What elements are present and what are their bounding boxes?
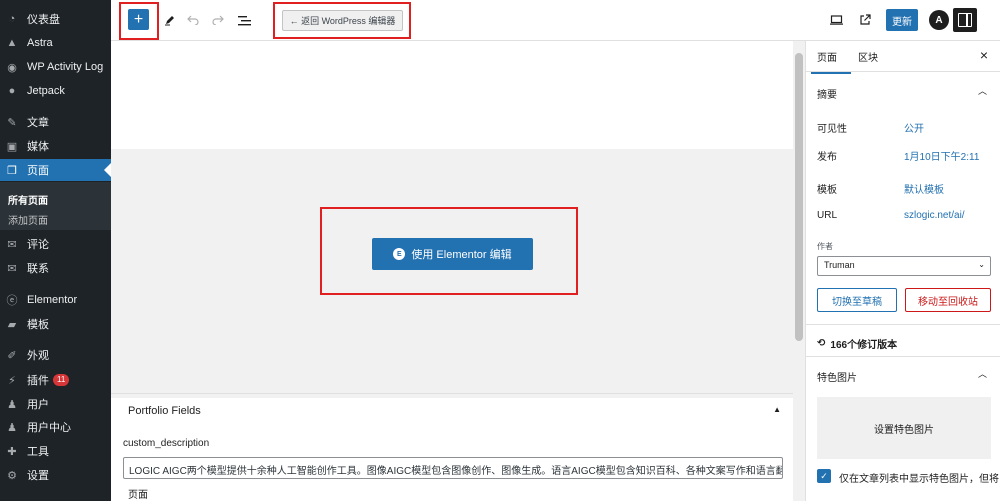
portfolio-fields-metabox: Portfolio Fields ▲ custom_description LO… [111,393,793,501]
activity-log-icon: ◉ [7,61,17,74]
user-icon: ♟ [7,398,17,411]
preview-device-button[interactable] [827,11,845,29]
publish-date-value[interactable]: 1月10日下午2:11 [904,148,979,163]
sidebar-item-pages[interactable]: ❐ 页面 [0,159,111,181]
author-label: 作者 [817,242,833,251]
comments-icon: ✉ [7,238,17,251]
sidebar-item-user-center[interactable]: ♟ 用户中心 [0,416,111,438]
history-icon: ⟲ [817,338,826,349]
sidebar-item-posts[interactable]: ✎ 文章 [0,111,111,133]
astra-icon: ▲ [6,37,18,49]
dashboard-icon: ◔ [8,13,16,25]
custom-description-label: custom_description [123,438,210,449]
update-button[interactable]: 更新 [886,9,918,31]
sidebar-item-appearance[interactable]: ✐ 外观 [0,344,111,366]
summary-title[interactable]: 摘要 [817,86,837,101]
highlight-box-add [119,2,159,40]
close-icon[interactable]: × [980,47,988,63]
editor-breadcrumb: 页面 [128,490,148,501]
pin-icon: ✎ [7,116,17,129]
custom-description-input[interactable]: LOGIC AIGC两个模型提供十余种人工智能创作工具。图像AIGC模型包含图像… [123,457,783,479]
featured-image-title[interactable]: 特色图片 [817,369,857,384]
user-center-icon: ♟ [7,421,17,434]
settings-icon: ⚙ [7,469,17,482]
template-label: 模板 [817,185,837,196]
sidebar-item-dashboard[interactable]: ◔ 仪表盘 [0,8,111,30]
canvas-scrollbar-thumb[interactable] [795,53,803,341]
document-overview-button[interactable] [235,11,253,29]
media-icon: ▣ [6,140,18,153]
sidebar-item-comments[interactable]: ✉ 评论 [0,233,111,255]
plugin-icon: ⚡ [8,374,16,387]
chevron-up-icon[interactable]: ︿ [978,367,987,380]
view-page-button[interactable] [856,11,874,29]
tab-block[interactable]: 区块 [858,49,878,64]
wrench-icon: ✚ [7,445,17,458]
undo-icon [187,15,199,25]
sidebar-item-elementor[interactable]: ⓔ Elementor [0,289,111,311]
highlight-box-elementor [320,207,578,295]
pages-submenu: 所有页面 添加页面 [0,182,111,230]
collapse-arrow-icon[interactable]: ▲ [773,405,781,414]
submenu-all-pages[interactable]: 所有页面 [8,192,48,207]
pencil-icon [165,16,174,26]
external-link-icon [860,14,871,25]
switch-to-draft-button[interactable]: 切换至草稿 [817,288,897,312]
metabox-title: Portfolio Fields [128,405,201,417]
pages-icon: ❐ [7,164,17,177]
list-view-icon [237,15,251,25]
move-to-trash-button[interactable]: 移动至回收站 [905,288,991,312]
template-value[interactable]: 默认模板 [904,181,944,196]
undo-button[interactable] [185,11,201,29]
admin-sidebar: ◔ 仪表盘 ▲ Astra ◉ WP Activity Log ● Jetpack ✎ 文… [0,0,111,501]
submenu-add-page[interactable]: 添加页面 [8,212,48,227]
folder-icon: ▰ [7,318,17,331]
mail-icon: ✉ [7,262,17,275]
sidebar-item-astra[interactable]: ▲ Astra [0,32,111,54]
sidebar-item-templates[interactable]: ▰ 模板 [0,313,111,335]
edit-tool-button[interactable] [162,11,178,29]
sidebar-item-settings[interactable]: ⚙ 设置 [0,464,111,486]
revisions-link[interactable]: ⟲ 166个修订版本 [817,336,897,351]
redo-icon [212,15,224,25]
settings-panel: 页面 区块 × 摘要 ︿ 可见性 公开 发布 1月10日下午2:11 模板 默认… [805,41,1000,501]
set-featured-image-button[interactable]: 设置特色图片 [817,397,991,459]
plugin-update-badge: 11 [53,374,70,386]
divider [806,356,1000,357]
url-value[interactable]: szlogic.net/ai/ [904,210,965,221]
brush-icon: ✐ [7,349,17,362]
checkmark-icon: ✓ [820,470,828,481]
astra-settings-button[interactable]: A [929,10,949,30]
featured-image-checkbox-label: 仅在文章列表中显示特色图片，但将 [839,474,999,485]
visibility-value[interactable]: 公开 [904,120,924,135]
desktop-icon [829,15,843,25]
sidebar-item-activity-log[interactable]: ◉ WP Activity Log [0,56,111,78]
author-select[interactable]: Truman ⌄ [817,256,991,276]
elementor-icon: ⓔ [6,295,18,307]
elementor-placeholder: E 使用 Elementor 编辑 [111,149,793,398]
editor-canvas: E 使用 Elementor 编辑 Portfolio Fields ▲ cus… [111,41,793,501]
divider [806,324,1000,325]
chevron-down-icon: ⌄ [978,260,985,269]
sidebar-item-plugins[interactable]: ⚡ 插件 11 [0,369,111,391]
sidebar-item-contact[interactable]: ✉ 联系 [0,257,111,279]
panel-tabs: 页面 区块 × [806,41,1000,74]
astra-icon: A [935,14,943,26]
tab-page[interactable]: 页面 [811,49,851,74]
settings-sidebar-toggle[interactable] [953,8,977,32]
chevron-up-icon[interactable]: ︿ [978,84,987,97]
url-label: URL [817,210,838,221]
visibility-label: 可见性 [817,124,847,135]
sidebar-item-tools[interactable]: ✚ 工具 [0,440,111,462]
featured-image-checkbox[interactable]: ✓ [817,469,831,483]
sidebar-item-users[interactable]: ♟ 用户 [0,393,111,415]
editor-toolbar: + ← 返回 WordPress 编辑器 更新 A [111,0,1000,41]
redo-button[interactable] [210,11,226,29]
highlight-box-back [273,2,411,39]
publish-label: 发布 [817,152,837,163]
jetpack-icon: ● [8,85,16,97]
sidebar-item-media[interactable]: ▣ 媒体 [0,135,111,157]
sidebar-item-jetpack[interactable]: ● Jetpack [0,80,111,102]
